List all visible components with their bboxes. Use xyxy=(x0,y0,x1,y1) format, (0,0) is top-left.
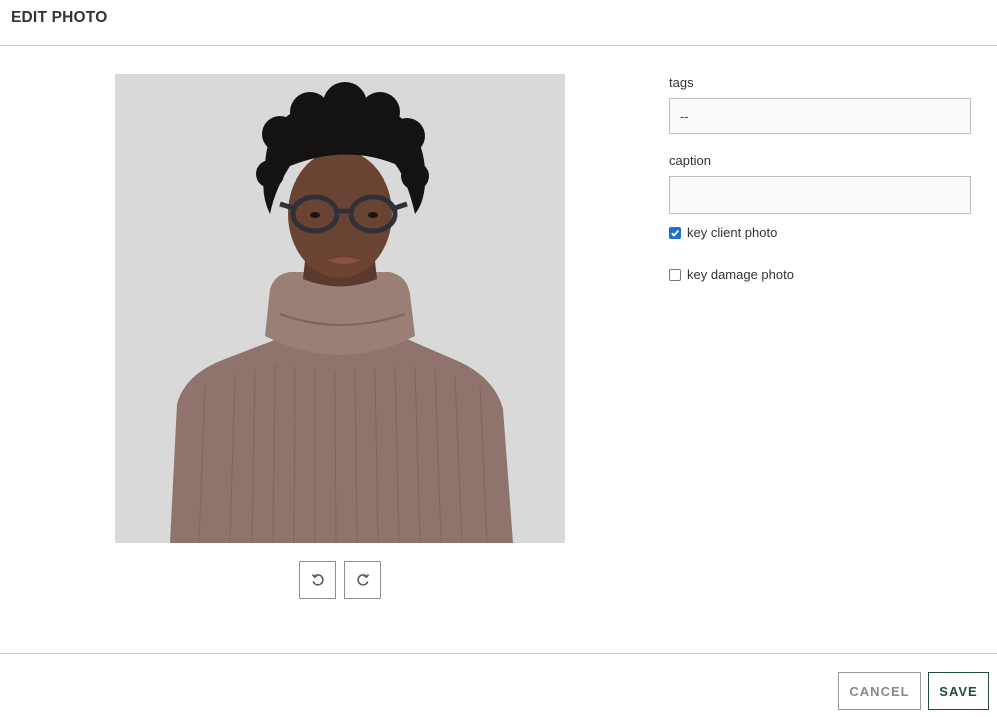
tags-label: tags xyxy=(669,75,694,90)
rotate-left-icon xyxy=(311,574,324,586)
footer-divider xyxy=(0,653,997,654)
key-client-photo-label: key client photo xyxy=(687,225,778,240)
cancel-button[interactable]: CANCEL xyxy=(838,672,921,710)
dialog-title: EDIT PHOTO xyxy=(11,9,108,26)
portrait-image xyxy=(115,74,565,543)
dialog-header: EDIT PHOTO xyxy=(0,0,997,46)
rotate-right-button[interactable] xyxy=(344,561,381,599)
key-client-photo-option[interactable]: key client photo xyxy=(669,225,777,240)
key-damage-photo-label: key damage photo xyxy=(687,267,794,282)
checkmark-icon xyxy=(671,229,680,237)
caption-label: caption xyxy=(669,153,711,168)
tags-input[interactable] xyxy=(669,98,971,134)
caption-input[interactable] xyxy=(669,176,971,214)
rotate-left-button[interactable] xyxy=(299,561,336,599)
key-damage-photo-option[interactable]: key damage photo xyxy=(669,267,794,282)
key-damage-photo-checkbox[interactable] xyxy=(669,268,681,281)
rotate-right-icon xyxy=(356,574,369,586)
key-client-photo-checkbox[interactable] xyxy=(669,226,681,239)
photo-preview xyxy=(115,74,565,543)
save-button[interactable]: SAVE xyxy=(928,672,989,710)
